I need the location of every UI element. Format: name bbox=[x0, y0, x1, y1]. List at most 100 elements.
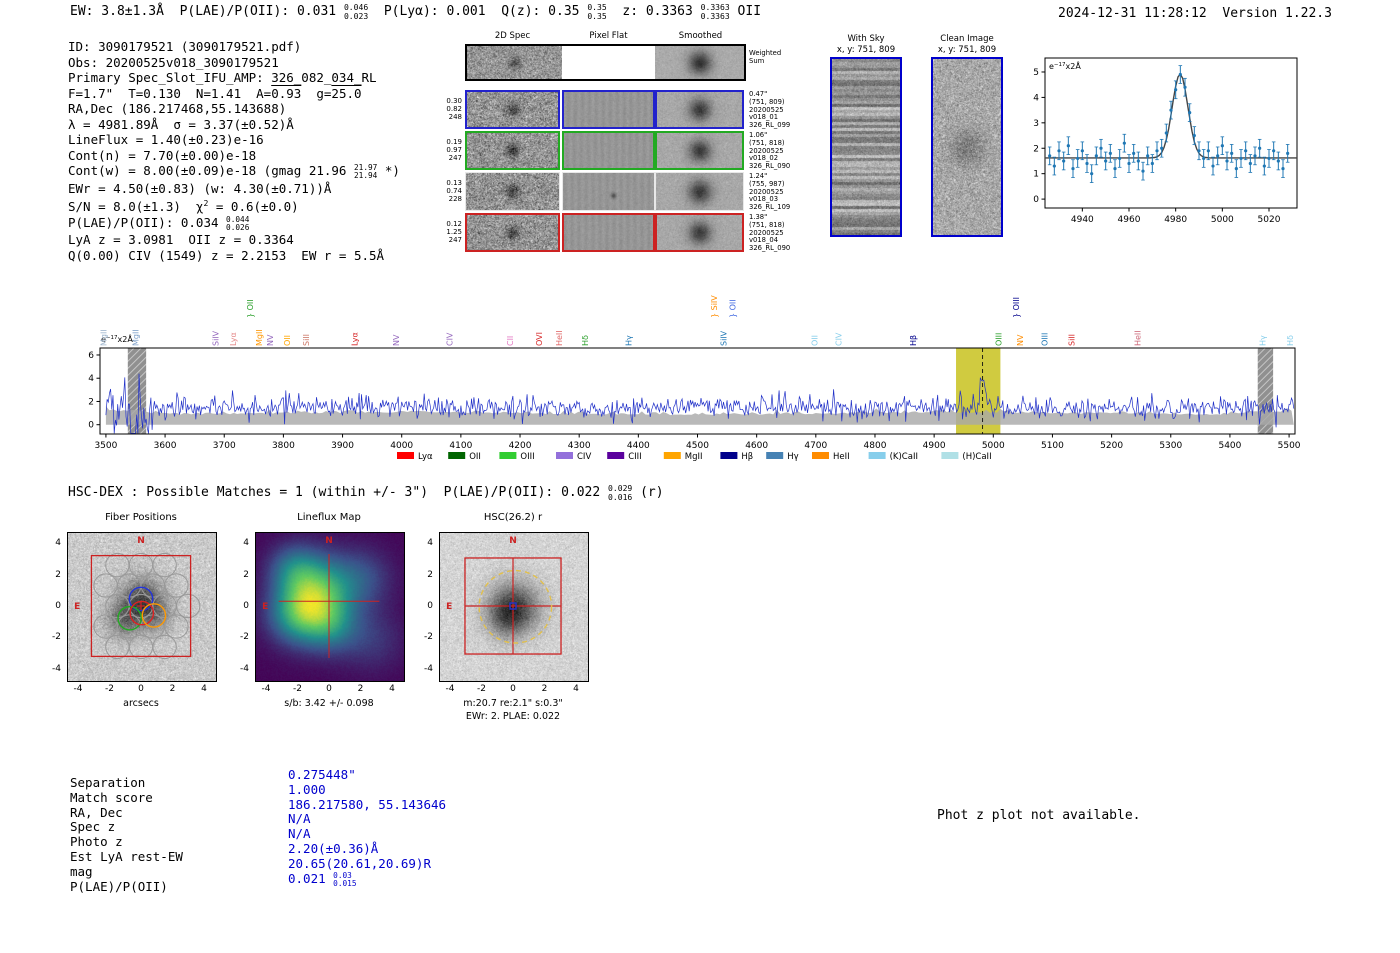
emission-line-label: HeII bbox=[1134, 330, 1143, 346]
emission-line-label: } OII bbox=[728, 299, 737, 318]
cutout-row-label: 0.47" (751, 809) 20200525 v018_01 326_RL_099 bbox=[749, 90, 791, 130]
tick-label: -4 bbox=[52, 663, 61, 674]
tick-label: 0 bbox=[55, 601, 61, 611]
emission-line-label: OVI bbox=[535, 332, 544, 346]
info-line: F=1.7" T=0.130 N=1.41 A=0.93 g=25.0 bbox=[68, 85, 362, 101]
x-tick-label: 4300 bbox=[568, 441, 591, 451]
data-point bbox=[1220, 144, 1224, 148]
data-point bbox=[1146, 154, 1150, 158]
cutout-row-stats: 0.19 0.97 247 bbox=[446, 138, 462, 162]
x-tick-label: 5000 bbox=[982, 441, 1005, 451]
legend-swatch bbox=[397, 452, 414, 459]
data-point bbox=[1244, 149, 1248, 153]
cutout-2dspec-row1 bbox=[465, 90, 560, 129]
cutout-pixelflat-row4 bbox=[562, 213, 655, 252]
emission-line-label: NV bbox=[266, 334, 275, 346]
cutout-smoothed-row1-canvas bbox=[657, 92, 742, 127]
fiber-circle bbox=[117, 573, 142, 598]
data-point bbox=[1052, 164, 1056, 168]
stacked-uncertainty: 0.044 0.026 bbox=[226, 215, 250, 233]
clean-image-title: Clean Image x, y: 751, 809 bbox=[921, 34, 1013, 56]
emission-line-label: MgII bbox=[132, 329, 141, 346]
cutout-2dspec-row3-canvas bbox=[466, 173, 559, 210]
fiber-circle bbox=[128, 634, 154, 660]
stacked-uncertainty: 0.35 0.35 bbox=[587, 3, 607, 21]
fiber-circle bbox=[164, 614, 189, 639]
data-point bbox=[1062, 159, 1066, 163]
info-line: Cont(w) = 8.00(±0.09)e-18 (gmag 21.96 21… bbox=[68, 163, 400, 181]
info-line: ID: 3090179521 (3090179521.pdf) bbox=[68, 39, 302, 54]
x-tick-label: 3600 bbox=[154, 441, 177, 451]
cutout-pixelflat-row4-canvas bbox=[564, 215, 653, 250]
tick-label: 0 bbox=[510, 684, 516, 694]
report-meta: 2024-12-31 11:28:12 Version 1.22.3 bbox=[1058, 6, 1332, 21]
legend-label: MgII bbox=[685, 452, 703, 462]
elixer-report-page: EW: 3.8±1.3Å P(LAE)/P(OII): 0.031 0.046 0… bbox=[0, 0, 1400, 953]
fiber-circle bbox=[152, 593, 177, 619]
linefit-axes bbox=[1044, 57, 1298, 209]
cutout-2dspec-row2 bbox=[465, 131, 560, 170]
cutout-row-stats: 0.13 0.74 228 bbox=[446, 179, 462, 203]
emission-line-label: } SiIV bbox=[710, 295, 719, 318]
legend-swatch bbox=[663, 452, 681, 459]
legend-swatch bbox=[448, 452, 466, 459]
col-header-pixflat: Pixel Flat bbox=[589, 31, 628, 41]
tick-label: -2 bbox=[293, 684, 302, 694]
legend-swatch bbox=[766, 452, 784, 459]
cutout-smoothed-row2 bbox=[655, 131, 744, 170]
weighted-sum-label: Weighted Sum bbox=[749, 49, 782, 65]
data-point bbox=[1113, 166, 1117, 171]
with-sky-coords: x, y: 751, 809 bbox=[836, 45, 896, 55]
data-point bbox=[1258, 146, 1262, 150]
legend-label: HeII bbox=[833, 452, 850, 462]
x-tick-label: 4100 bbox=[449, 441, 472, 451]
legend-label: CIII bbox=[628, 452, 641, 462]
fiber-circle bbox=[105, 552, 130, 578]
clean-image-coords: x, y: 751, 809 bbox=[937, 45, 997, 55]
data-point bbox=[1178, 72, 1182, 77]
data-point bbox=[1164, 131, 1168, 135]
cutout-pixelflat-row3 bbox=[562, 172, 655, 211]
stacked-uncertainty: 0.03 0.015 bbox=[333, 870, 357, 889]
tick-label: -2 bbox=[240, 632, 249, 643]
weighted-smoothed-canvas bbox=[655, 46, 744, 79]
y-tick-label: 0 bbox=[1033, 195, 1039, 205]
data-point bbox=[1202, 156, 1206, 161]
y-tick-label: 2 bbox=[88, 397, 94, 407]
data-point bbox=[1211, 164, 1215, 168]
tick-label: -2 bbox=[105, 684, 114, 694]
tick-label: 0 bbox=[138, 684, 144, 694]
y-tick-label: 3 bbox=[1033, 119, 1039, 129]
data-point bbox=[1253, 154, 1257, 158]
data-point bbox=[1118, 156, 1122, 161]
info-line: LineFlux = 1.40(±0.23)e-16 bbox=[68, 132, 264, 147]
east-label: E bbox=[74, 602, 80, 612]
legend-label: OIII bbox=[520, 452, 534, 462]
x-tick-label: 3800 bbox=[272, 441, 295, 451]
tick-label: 0 bbox=[427, 601, 433, 611]
emission-line-label: MgII bbox=[100, 329, 109, 346]
legend-label: CIV bbox=[577, 452, 591, 462]
data-point bbox=[1276, 159, 1280, 163]
hsc-caption-1: m:20.7 re:2.1" s:0.3" bbox=[463, 698, 563, 709]
fiber-circle bbox=[176, 593, 201, 619]
legend-label: Hγ bbox=[787, 452, 798, 462]
tick-label: 4 bbox=[427, 538, 433, 549]
with-sky-title-text: With Sky bbox=[847, 34, 885, 44]
stacked-uncertainty: 0.3363 0.3363 bbox=[700, 3, 730, 21]
cutout-row-label: 1.24" (755, 987) 20200525 v018_03 326_RL_109 bbox=[749, 172, 791, 212]
x-tick-label: 4980 bbox=[1164, 215, 1187, 225]
y-tick-label: 4 bbox=[88, 374, 94, 384]
data-point bbox=[1048, 154, 1052, 158]
data-point bbox=[1099, 146, 1103, 150]
emission-line-label: Lyα bbox=[229, 332, 238, 346]
data-point bbox=[1267, 156, 1271, 161]
match-row-label: P(LAE)/P(OII) bbox=[70, 878, 168, 894]
data-point bbox=[1239, 156, 1243, 161]
legend-label: (H)CaII bbox=[962, 452, 991, 462]
tick-label: -2 bbox=[477, 684, 486, 694]
legend-swatch bbox=[868, 452, 886, 459]
tick-label: 4 bbox=[573, 684, 579, 694]
data-point bbox=[1108, 151, 1112, 155]
cutout-smoothed-row3 bbox=[655, 172, 744, 211]
